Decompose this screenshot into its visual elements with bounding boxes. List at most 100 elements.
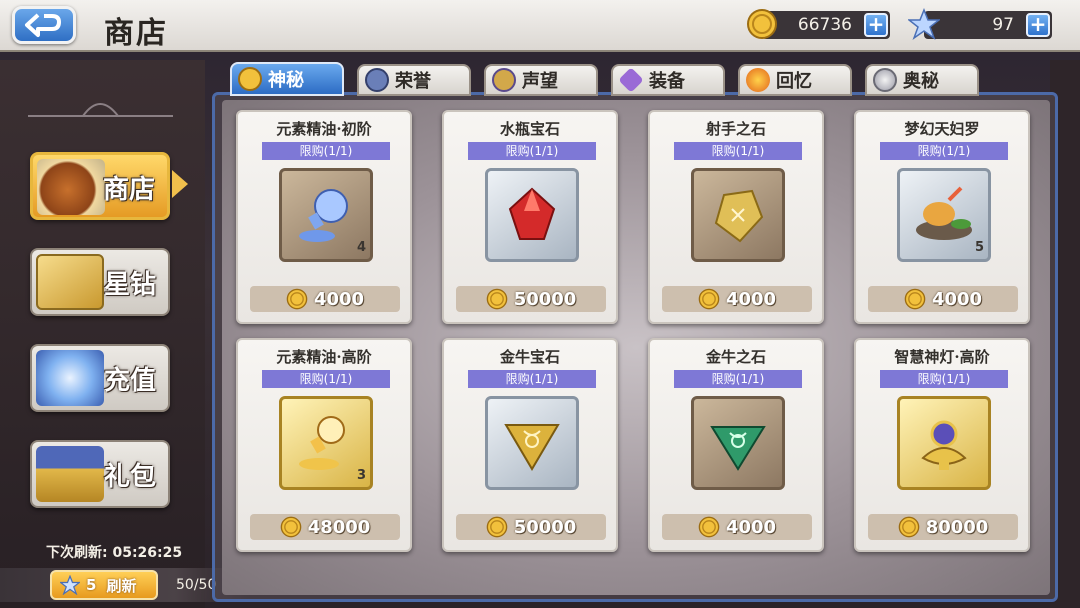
purchase-limit: 限购(1/1) xyxy=(880,370,1008,388)
item-frame xyxy=(485,396,579,490)
buy-button[interactable]: 48000 xyxy=(250,514,400,540)
tab-label: 神秘 xyxy=(268,70,304,91)
item-price: 48000 xyxy=(307,516,371,538)
tab-mystery[interactable]: 神秘 xyxy=(230,62,344,96)
sidebar-item-label: 礼包 xyxy=(103,462,156,492)
equipment-crystal-icon xyxy=(618,67,644,93)
item-name: 智慧神灯·高阶 xyxy=(894,348,990,366)
gold-coin-icon xyxy=(747,9,777,39)
add-gold-button[interactable]: + xyxy=(864,13,888,37)
buy-button[interactable]: 4000 xyxy=(250,286,400,312)
item-name: 金牛之石 xyxy=(705,348,766,366)
crystal-star-icon xyxy=(36,350,104,406)
roast-chicken-icon xyxy=(37,159,105,215)
shop-item-card[interactable]: 智慧神灯·高阶 限购(1/1) 80000 xyxy=(854,338,1030,552)
item-price: 4000 xyxy=(725,516,777,538)
gold-counter: 66736 + xyxy=(747,9,890,39)
refresh-count: 50/50 xyxy=(176,577,217,593)
gold-coin-icon xyxy=(280,516,301,538)
item-quantity: 3 xyxy=(356,468,366,483)
reputation-medal-icon xyxy=(492,68,516,92)
item-name: 射手之石 xyxy=(705,120,766,138)
item-price: 50000 xyxy=(513,288,577,310)
item-frame xyxy=(485,168,579,262)
tab-honor[interactable]: 荣誉 xyxy=(357,64,471,96)
item-name: 元素精油·初阶 xyxy=(276,120,372,138)
sidebar-item-label: 星钻 xyxy=(103,270,156,300)
gold-coin-icon xyxy=(904,288,926,310)
buy-button[interactable]: 50000 xyxy=(456,514,606,540)
purchase-limit: 限购(1/1) xyxy=(262,142,390,160)
buy-button[interactable]: 50000 xyxy=(456,286,606,312)
sidebar-item-stardiamond[interactable]: 星钻 xyxy=(30,248,170,316)
tempura-dish-icon xyxy=(916,186,972,240)
tab-label: 奥秘 xyxy=(903,71,939,92)
sidebar-item-recharge[interactable]: 充值 xyxy=(30,344,170,412)
purchase-limit: 限购(1/1) xyxy=(880,142,1008,160)
item-name: 金牛宝石 xyxy=(499,348,560,366)
sidebar-item-giftpack[interactable]: 礼包 xyxy=(30,440,170,508)
shop-item-card[interactable]: 元素精油·初阶 限购(1/1) 4 4000 xyxy=(236,110,412,324)
shop-item-card[interactable]: 射手之石 限购(1/1) 4000 xyxy=(648,110,824,324)
shop-item-card[interactable]: 梦幻天妇罗 限购(1/1) 5 4000 xyxy=(854,110,1030,324)
item-frame xyxy=(691,168,785,262)
buy-button[interactable]: 4000 xyxy=(662,514,812,540)
sidebar xyxy=(0,52,205,608)
honor-emblem-icon xyxy=(365,68,389,92)
sidebar-item-label: 充值 xyxy=(103,366,156,396)
tab-label: 装备 xyxy=(649,71,685,92)
active-indicator-arrow xyxy=(172,170,188,198)
buy-button[interactable]: 80000 xyxy=(868,514,1018,540)
gold-amount: 66736 xyxy=(797,15,852,35)
red-gem-icon xyxy=(508,187,556,240)
ornament-divider xyxy=(28,103,173,117)
purchase-limit: 限购(1/1) xyxy=(468,142,596,160)
star-amount: 97 xyxy=(992,15,1014,35)
tab-memory[interactable]: 回忆 xyxy=(738,64,852,96)
tab-label: 声望 xyxy=(522,71,558,92)
purchase-limit: 限购(1/1) xyxy=(674,370,802,388)
star-counter: 97 + xyxy=(908,8,1052,40)
add-star-button[interactable]: + xyxy=(1026,13,1050,37)
green-stone-icon xyxy=(710,426,766,471)
shop-item-card[interactable]: 元素精油·高阶 限购(1/1) 3 48000 xyxy=(236,338,412,552)
buy-button[interactable]: 4000 xyxy=(868,286,1018,312)
item-name: 水瓶宝石 xyxy=(499,120,560,138)
gold-coin-icon xyxy=(698,288,720,310)
back-arrow-icon xyxy=(25,13,61,37)
tab-equipment[interactable]: 装备 xyxy=(611,64,725,96)
tab-reputation[interactable]: 声望 xyxy=(484,64,598,96)
shop-item-card[interactable]: 金牛宝石 限购(1/1) 50000 xyxy=(442,338,618,552)
buy-button[interactable]: 4000 xyxy=(662,286,812,312)
back-button[interactable] xyxy=(12,6,76,44)
gold-coin-icon xyxy=(238,67,262,91)
purchase-limit: 限购(1/1) xyxy=(468,370,596,388)
potion-flask-icon xyxy=(299,189,348,242)
item-frame xyxy=(691,396,785,490)
sidebar-item-shop[interactable]: 商店 xyxy=(30,152,170,220)
star-card-icon xyxy=(36,254,104,310)
treasure-chest-icon xyxy=(36,446,104,502)
sidebar-item-label: 商店 xyxy=(102,175,155,205)
star-icon xyxy=(908,8,940,40)
gold-coin-icon xyxy=(486,516,507,538)
shop-item-card[interactable]: 水瓶宝石 限购(1/1) 50000 xyxy=(442,110,618,324)
shop-item-card[interactable]: 金牛之石 限购(1/1) 4000 xyxy=(648,338,824,552)
item-quantity: 4 xyxy=(356,240,366,255)
gold-coin-icon xyxy=(898,516,919,538)
item-frame xyxy=(897,396,991,490)
gold-potion-icon xyxy=(299,416,345,470)
item-name: 元素精油·高阶 xyxy=(276,348,372,366)
item-price: 4000 xyxy=(931,288,983,310)
tab-arcane[interactable]: 奥秘 xyxy=(865,64,979,96)
arcane-orb-icon xyxy=(873,68,897,92)
refresh-button[interactable]: 5 刷新 xyxy=(50,570,158,600)
gold-coin-icon xyxy=(286,288,308,310)
purchase-limit: 限购(1/1) xyxy=(674,142,802,160)
gold-stone-icon xyxy=(714,189,764,243)
magic-lamp-icon xyxy=(921,420,967,470)
tab-label: 荣誉 xyxy=(395,71,431,92)
refresh-label: 刷新 xyxy=(106,576,137,595)
next-refresh-timer: 下次刷新: 05:26:25 xyxy=(46,545,183,561)
memory-orb-icon xyxy=(746,68,770,92)
